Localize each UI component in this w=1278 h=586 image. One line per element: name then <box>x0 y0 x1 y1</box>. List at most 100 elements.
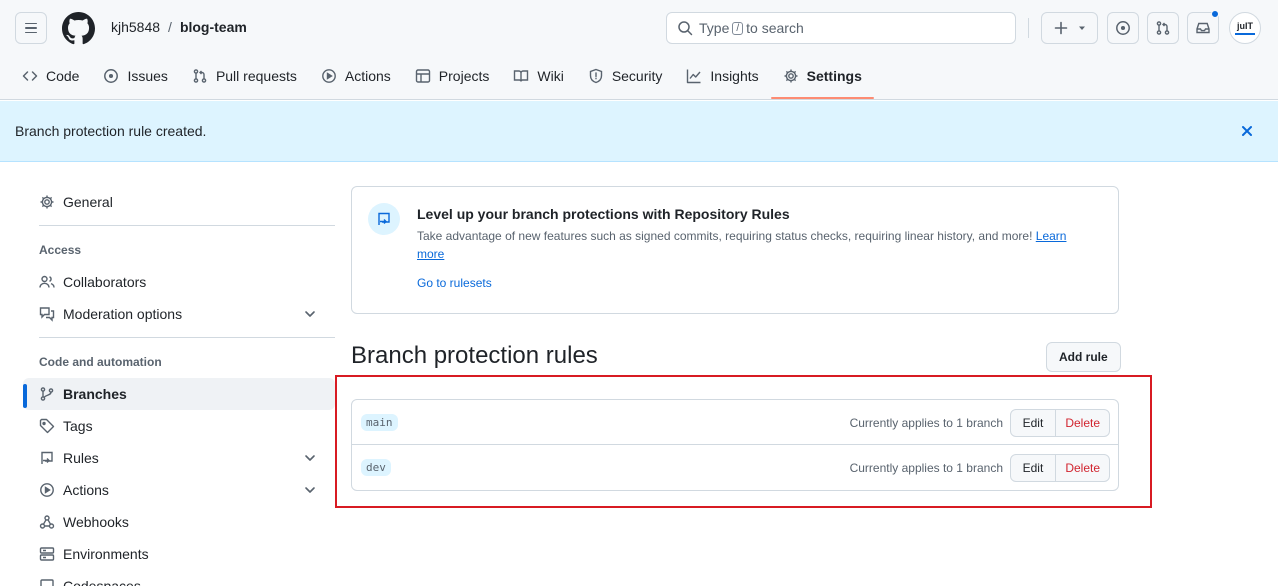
tab-label: Projects <box>438 68 490 84</box>
tab-settings[interactable]: Settings <box>770 56 875 99</box>
sidebar-item-label: General <box>63 194 113 210</box>
flash-message: Branch protection rule created. <box>15 123 207 139</box>
issues-button[interactable] <box>1107 12 1139 44</box>
go-to-rulesets-link[interactable]: Go to rulesets <box>417 276 492 290</box>
add-rule-button[interactable]: Add rule <box>1046 342 1121 372</box>
sidebar-divider <box>39 225 335 226</box>
sidebar-item-environments[interactable]: Environments <box>23 538 335 570</box>
chevron-down-icon <box>305 455 315 461</box>
sidebar-item-rules[interactable]: Rules <box>23 442 335 474</box>
repo-link[interactable]: blog-team <box>180 19 247 35</box>
gear-icon <box>784 69 798 83</box>
chevron-down-icon <box>305 311 315 317</box>
repo-push-icon <box>368 203 400 235</box>
header-divider <box>1028 18 1029 38</box>
breadcrumb-separator: / <box>168 19 172 35</box>
chevron-down-icon <box>305 487 315 493</box>
repo-navigation: Code Issues Pull requests Actions Projec… <box>10 56 875 100</box>
sidebar-item-label: Environments <box>63 546 149 562</box>
search-input[interactable]: Type / to search <box>666 12 1016 44</box>
git-pull-request-icon <box>1156 21 1170 35</box>
sidebar-item-collaborators[interactable]: Collaborators <box>23 266 335 298</box>
play-icon <box>321 69 336 83</box>
plus-icon <box>1054 21 1067 35</box>
pull-requests-button[interactable] <box>1147 12 1179 44</box>
menu-line-icon <box>25 31 37 34</box>
flash-close-button[interactable] <box>1238 122 1256 140</box>
tab-security[interactable]: Security <box>576 56 675 96</box>
tab-insights[interactable]: Insights <box>674 56 770 96</box>
tag-icon <box>39 418 55 434</box>
sidebar-item-label: Rules <box>63 450 99 466</box>
tab-label: Security <box>611 68 663 84</box>
flash-banner: Branch protection rule created. <box>0 101 1278 162</box>
settings-sidebar: General Access Collaborators Moderation … <box>23 186 335 586</box>
close-icon <box>1242 126 1252 136</box>
breadcrumb: kjh5848 / blog-team <box>111 19 247 35</box>
graph-icon <box>687 69 701 84</box>
sidebar-item-actions[interactable]: Actions <box>23 474 335 506</box>
tab-label: Actions <box>344 68 391 84</box>
sidebar-item-codespaces[interactable]: Codespaces <box>23 570 335 586</box>
table-icon <box>415 69 430 83</box>
sidebar-group-heading: Access <box>39 243 82 257</box>
repo-push-icon <box>41 451 53 464</box>
sidebar-item-label: Actions <box>63 482 109 498</box>
user-avatar[interactable]: juIT <box>1229 12 1261 44</box>
gear-icon <box>40 195 54 209</box>
promo-description: Take advantage of new features such as s… <box>417 227 1097 263</box>
sidebar-item-label: Collaborators <box>63 274 147 290</box>
tab-code[interactable]: Code <box>10 56 91 96</box>
page-title: Branch protection rules <box>351 342 598 369</box>
github-logo-icon[interactable] <box>62 12 95 45</box>
rulesets-promo-card: Level up your branch protections with Re… <box>351 186 1119 314</box>
sidebar-item-branches[interactable]: Branches <box>23 378 335 410</box>
codespaces-icon <box>40 579 54 586</box>
sidebar-item-label: Codespaces <box>63 578 141 586</box>
tab-label: Pull requests <box>215 68 297 84</box>
avatar-text: juIT <box>1237 21 1253 31</box>
tab-label: Insights <box>710 68 759 84</box>
tab-label: Settings <box>806 68 862 84</box>
promo-title: Level up your branch protections with Re… <box>417 206 790 222</box>
search-icon <box>678 21 693 36</box>
sidebar-item-tags[interactable]: Tags <box>23 410 335 442</box>
promo-description-text: Take advantage of new features such as s… <box>417 229 1033 243</box>
webhook-icon <box>39 515 55 529</box>
notification-dot-icon <box>1211 10 1219 18</box>
menu-line-icon <box>25 27 37 29</box>
tab-label: Code <box>46 68 80 84</box>
people-icon <box>39 275 55 288</box>
tab-actions[interactable]: Actions <box>309 56 403 96</box>
server-icon <box>39 547 55 561</box>
tab-pull-requests[interactable]: Pull requests <box>180 56 309 96</box>
inbox-icon <box>1196 22 1210 34</box>
sidebar-item-webhooks[interactable]: Webhooks <box>23 506 335 538</box>
menu-button[interactable] <box>15 12 47 44</box>
search-prefix: Type <box>699 20 730 36</box>
git-pull-request-icon <box>193 69 207 83</box>
sidebar-item-label: Tags <box>63 418 93 434</box>
book-icon <box>514 70 529 82</box>
search-shortcut-key: / <box>732 21 744 35</box>
play-icon <box>40 483 54 497</box>
code-icon <box>22 71 38 81</box>
tab-wiki[interactable]: Wiki <box>501 56 575 96</box>
app-header: kjh5848 / blog-team Type / to search juI… <box>0 0 1278 100</box>
git-branch-icon <box>40 387 54 401</box>
highlight-box <box>335 375 1152 508</box>
tab-label: Issues <box>127 68 168 84</box>
search-suffix: to search <box>746 20 804 36</box>
sidebar-item-label: Webhooks <box>63 514 129 530</box>
triangle-down-icon <box>1078 26 1085 30</box>
avatar-underline <box>1235 33 1255 35</box>
issue-opened-icon <box>1116 21 1130 35</box>
sidebar-item-label: Branches <box>63 386 127 402</box>
sidebar-item-moderation-options[interactable]: Moderation options <box>23 298 335 330</box>
tab-projects[interactable]: Projects <box>403 56 502 96</box>
owner-link[interactable]: kjh5848 <box>111 19 160 35</box>
tab-issues[interactable]: Issues <box>91 56 179 96</box>
sidebar-item-general[interactable]: General <box>23 186 335 218</box>
issue-opened-icon <box>104 69 119 83</box>
create-new-button[interactable] <box>1041 12 1098 44</box>
